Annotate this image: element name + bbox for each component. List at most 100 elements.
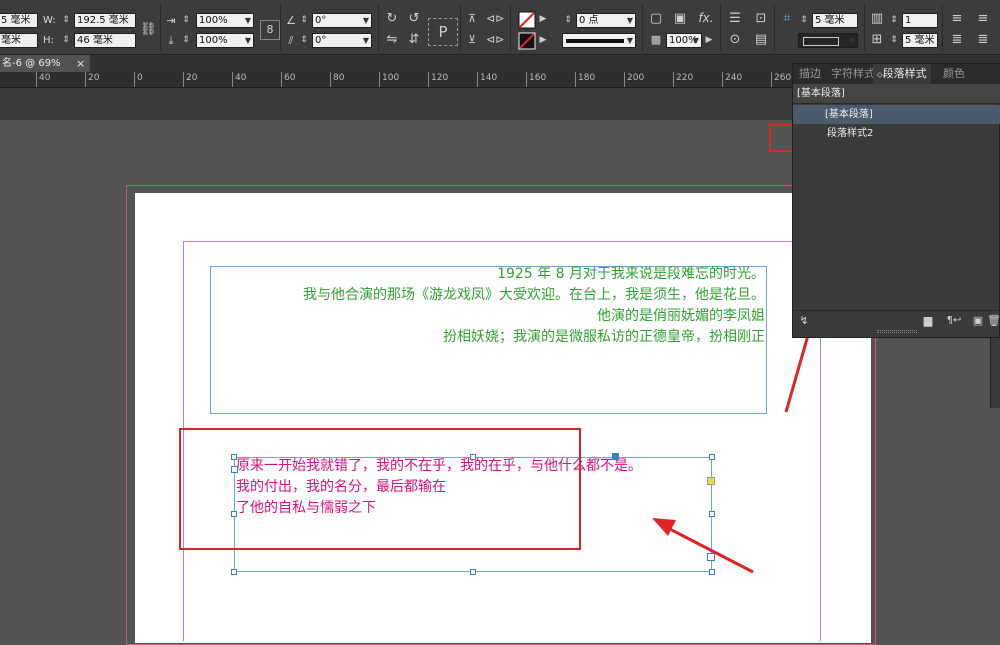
side-panel-strip	[990, 338, 1000, 408]
stepper-icon[interactable]: ⇕	[888, 13, 900, 28]
tab-character-styles[interactable]: 字符样式	[831, 64, 875, 84]
columns-field[interactable]: 1	[902, 13, 938, 28]
stroke-none-swatch-icon[interactable]	[518, 32, 536, 50]
x-field[interactable]: 5 毫米	[0, 13, 38, 28]
ruler-tick-label: 60	[281, 72, 295, 87]
flip-vertical-icon[interactable]: ⇵	[406, 32, 422, 47]
shadow-square-icon[interactable]: ▣	[672, 11, 688, 26]
anchor-point-icon[interactable]	[612, 453, 619, 460]
y-field[interactable]: 毫米	[0, 33, 38, 48]
select-content-icon[interactable]: ⊻	[464, 32, 480, 47]
ruler-tick-label: 220	[673, 72, 693, 87]
stepper-icon[interactable]: ⇕	[60, 13, 72, 28]
opacity-field[interactable]: 100%	[666, 33, 702, 48]
tab-paragraph-styles[interactable]: ⬦段落样式	[873, 64, 931, 84]
delete-style-icon[interactable]: 🗑	[987, 313, 1000, 328]
fit-content-icon[interactable]: ⊙	[726, 32, 744, 47]
rotate-clockwise-icon[interactable]: ↻	[384, 11, 400, 26]
stepper-icon[interactable]: ⇕	[180, 13, 192, 28]
select-container-icon[interactable]: ⊼	[464, 11, 480, 26]
current-style-label: [基本段落]	[793, 84, 1000, 104]
ruler-tick-label: 20	[85, 72, 99, 87]
new-style-icon[interactable]: ▣	[971, 313, 985, 328]
separator	[864, 4, 865, 51]
play-arrow-icon[interactable]: ▶	[538, 12, 548, 27]
separator	[378, 4, 379, 51]
stepper-icon[interactable]: ⇕	[888, 33, 900, 48]
resize-handle[interactable]	[470, 569, 476, 575]
panel-resize-grip[interactable]	[877, 330, 917, 333]
align-center-icon[interactable]: ≡	[974, 11, 992, 26]
document-tab[interactable]: 名-6 @ 69% ×	[0, 55, 90, 72]
panel-footer: ↯ ▆ ¶↩ ▣ 🗑	[793, 310, 1000, 328]
tab-color[interactable]: 颜色	[943, 64, 965, 84]
link-scale-icon[interactable]: 8	[260, 20, 280, 40]
document-tab-title: 名-6 @ 69%	[2, 58, 61, 69]
text-frame-options-icon[interactable]: ☰	[726, 11, 744, 26]
stroke-weight-field[interactable]: 0 点	[576, 13, 636, 28]
separator	[642, 4, 643, 51]
stroke-type-select[interactable]	[562, 33, 636, 48]
fill-none-swatch-icon[interactable]	[518, 11, 536, 29]
resize-handle[interactable]	[231, 569, 237, 575]
ruler-tick-label: 100	[379, 72, 399, 87]
shear-field[interactable]: 0°	[312, 33, 372, 48]
separator	[280, 4, 281, 51]
gutter-icon: ⊞	[871, 32, 883, 47]
paragraph-styles-panel: 描边 字符样式 ⬦段落样式 颜色 [基本段落] [基本段落] 段落样式2 ↯ ▆…	[792, 63, 1000, 338]
stepper-icon[interactable]: ⇕	[298, 33, 310, 48]
ruler-tick-label: 120	[428, 72, 448, 87]
scale-y-icon: ⤓	[168, 34, 174, 47]
tab-stroke[interactable]: 描边	[799, 64, 821, 84]
scale-x-field[interactable]: 100%	[196, 13, 254, 28]
ruler-tick-label: 40	[36, 72, 50, 87]
clear-overrides-icon[interactable]: ¶↩	[945, 313, 963, 328]
scale-x-icon: ⇥	[166, 14, 176, 27]
paragraph-p-icon[interactable]: P	[428, 18, 458, 46]
flip-horizontal-icon[interactable]: ⇋	[384, 32, 400, 47]
control-bar: 5 毫米 毫米 W: H: ⇕ ⇕ 192.5 毫米 46 毫米 ⛓ ⇥ ⤓ ⇕…	[0, 0, 1000, 55]
ruler-tick-label: 160	[526, 72, 546, 87]
ruler-tick-label: 260	[771, 72, 791, 87]
width-field[interactable]: 192.5 毫米	[74, 13, 136, 28]
height-field[interactable]: 46 毫米	[74, 33, 136, 48]
ruler-tick-label: 20	[183, 72, 197, 87]
align-left-icon[interactable]: ≡	[948, 11, 966, 26]
stepper-icon[interactable]: ⇕	[298, 13, 310, 28]
frame-type-select[interactable]	[798, 33, 858, 48]
select-previous-icon[interactable]: ⊲⊳	[486, 11, 504, 26]
style-item-basic-paragraph[interactable]: [基本段落]	[793, 105, 1000, 124]
ruler-tick-label: 0	[134, 72, 143, 87]
shear-angle-icon: ⫽	[288, 34, 294, 47]
fit-frame-icon[interactable]: ▤	[752, 32, 770, 47]
effects-icon[interactable]: fx.	[696, 11, 716, 26]
stepper-icon[interactable]: ⇕	[562, 13, 574, 28]
rotate-counterclockwise-icon[interactable]: ↺	[406, 11, 422, 26]
drop-shadow-icon[interactable]: ▢	[648, 11, 664, 26]
folder-icon[interactable]: ▆	[921, 313, 935, 328]
rotate-angle-icon: ∠	[286, 14, 296, 27]
close-icon[interactable]: ×	[76, 55, 85, 72]
gutter-field[interactable]: 5 毫米	[902, 33, 938, 48]
stroke-line-preview	[566, 39, 624, 43]
separator	[510, 4, 511, 51]
stepper-icon[interactable]: ⇕	[60, 33, 72, 48]
constrain-proportions-icon[interactable]: ⛓	[140, 22, 157, 37]
stepper-icon[interactable]: ⇕	[180, 33, 192, 48]
play-arrow-icon[interactable]: ▶	[538, 33, 548, 48]
rotate-field[interactable]: 0°	[312, 13, 372, 28]
ruler-tick-label: 180	[575, 72, 595, 87]
spacing-field[interactable]: 5 毫米	[812, 13, 858, 28]
stepper-icon[interactable]: ⇕	[798, 13, 810, 28]
separator	[720, 4, 721, 51]
text-wrap-icon[interactable]: ⊡	[752, 11, 770, 26]
scale-y-field[interactable]: 100%	[196, 33, 254, 48]
ruler-tick-label: 200	[624, 72, 644, 87]
select-next-icon[interactable]: ⊲⊳	[486, 32, 504, 47]
align-right-icon[interactable]: ≣	[974, 32, 992, 47]
style-item-paragraph-style-2[interactable]: 段落样式2	[793, 124, 1000, 143]
h-label: H:	[43, 35, 54, 46]
align-justify-icon[interactable]: ≣	[948, 32, 966, 47]
play-arrow-icon[interactable]: ▶	[704, 33, 714, 48]
style-override-icon[interactable]: ↯	[797, 313, 811, 328]
